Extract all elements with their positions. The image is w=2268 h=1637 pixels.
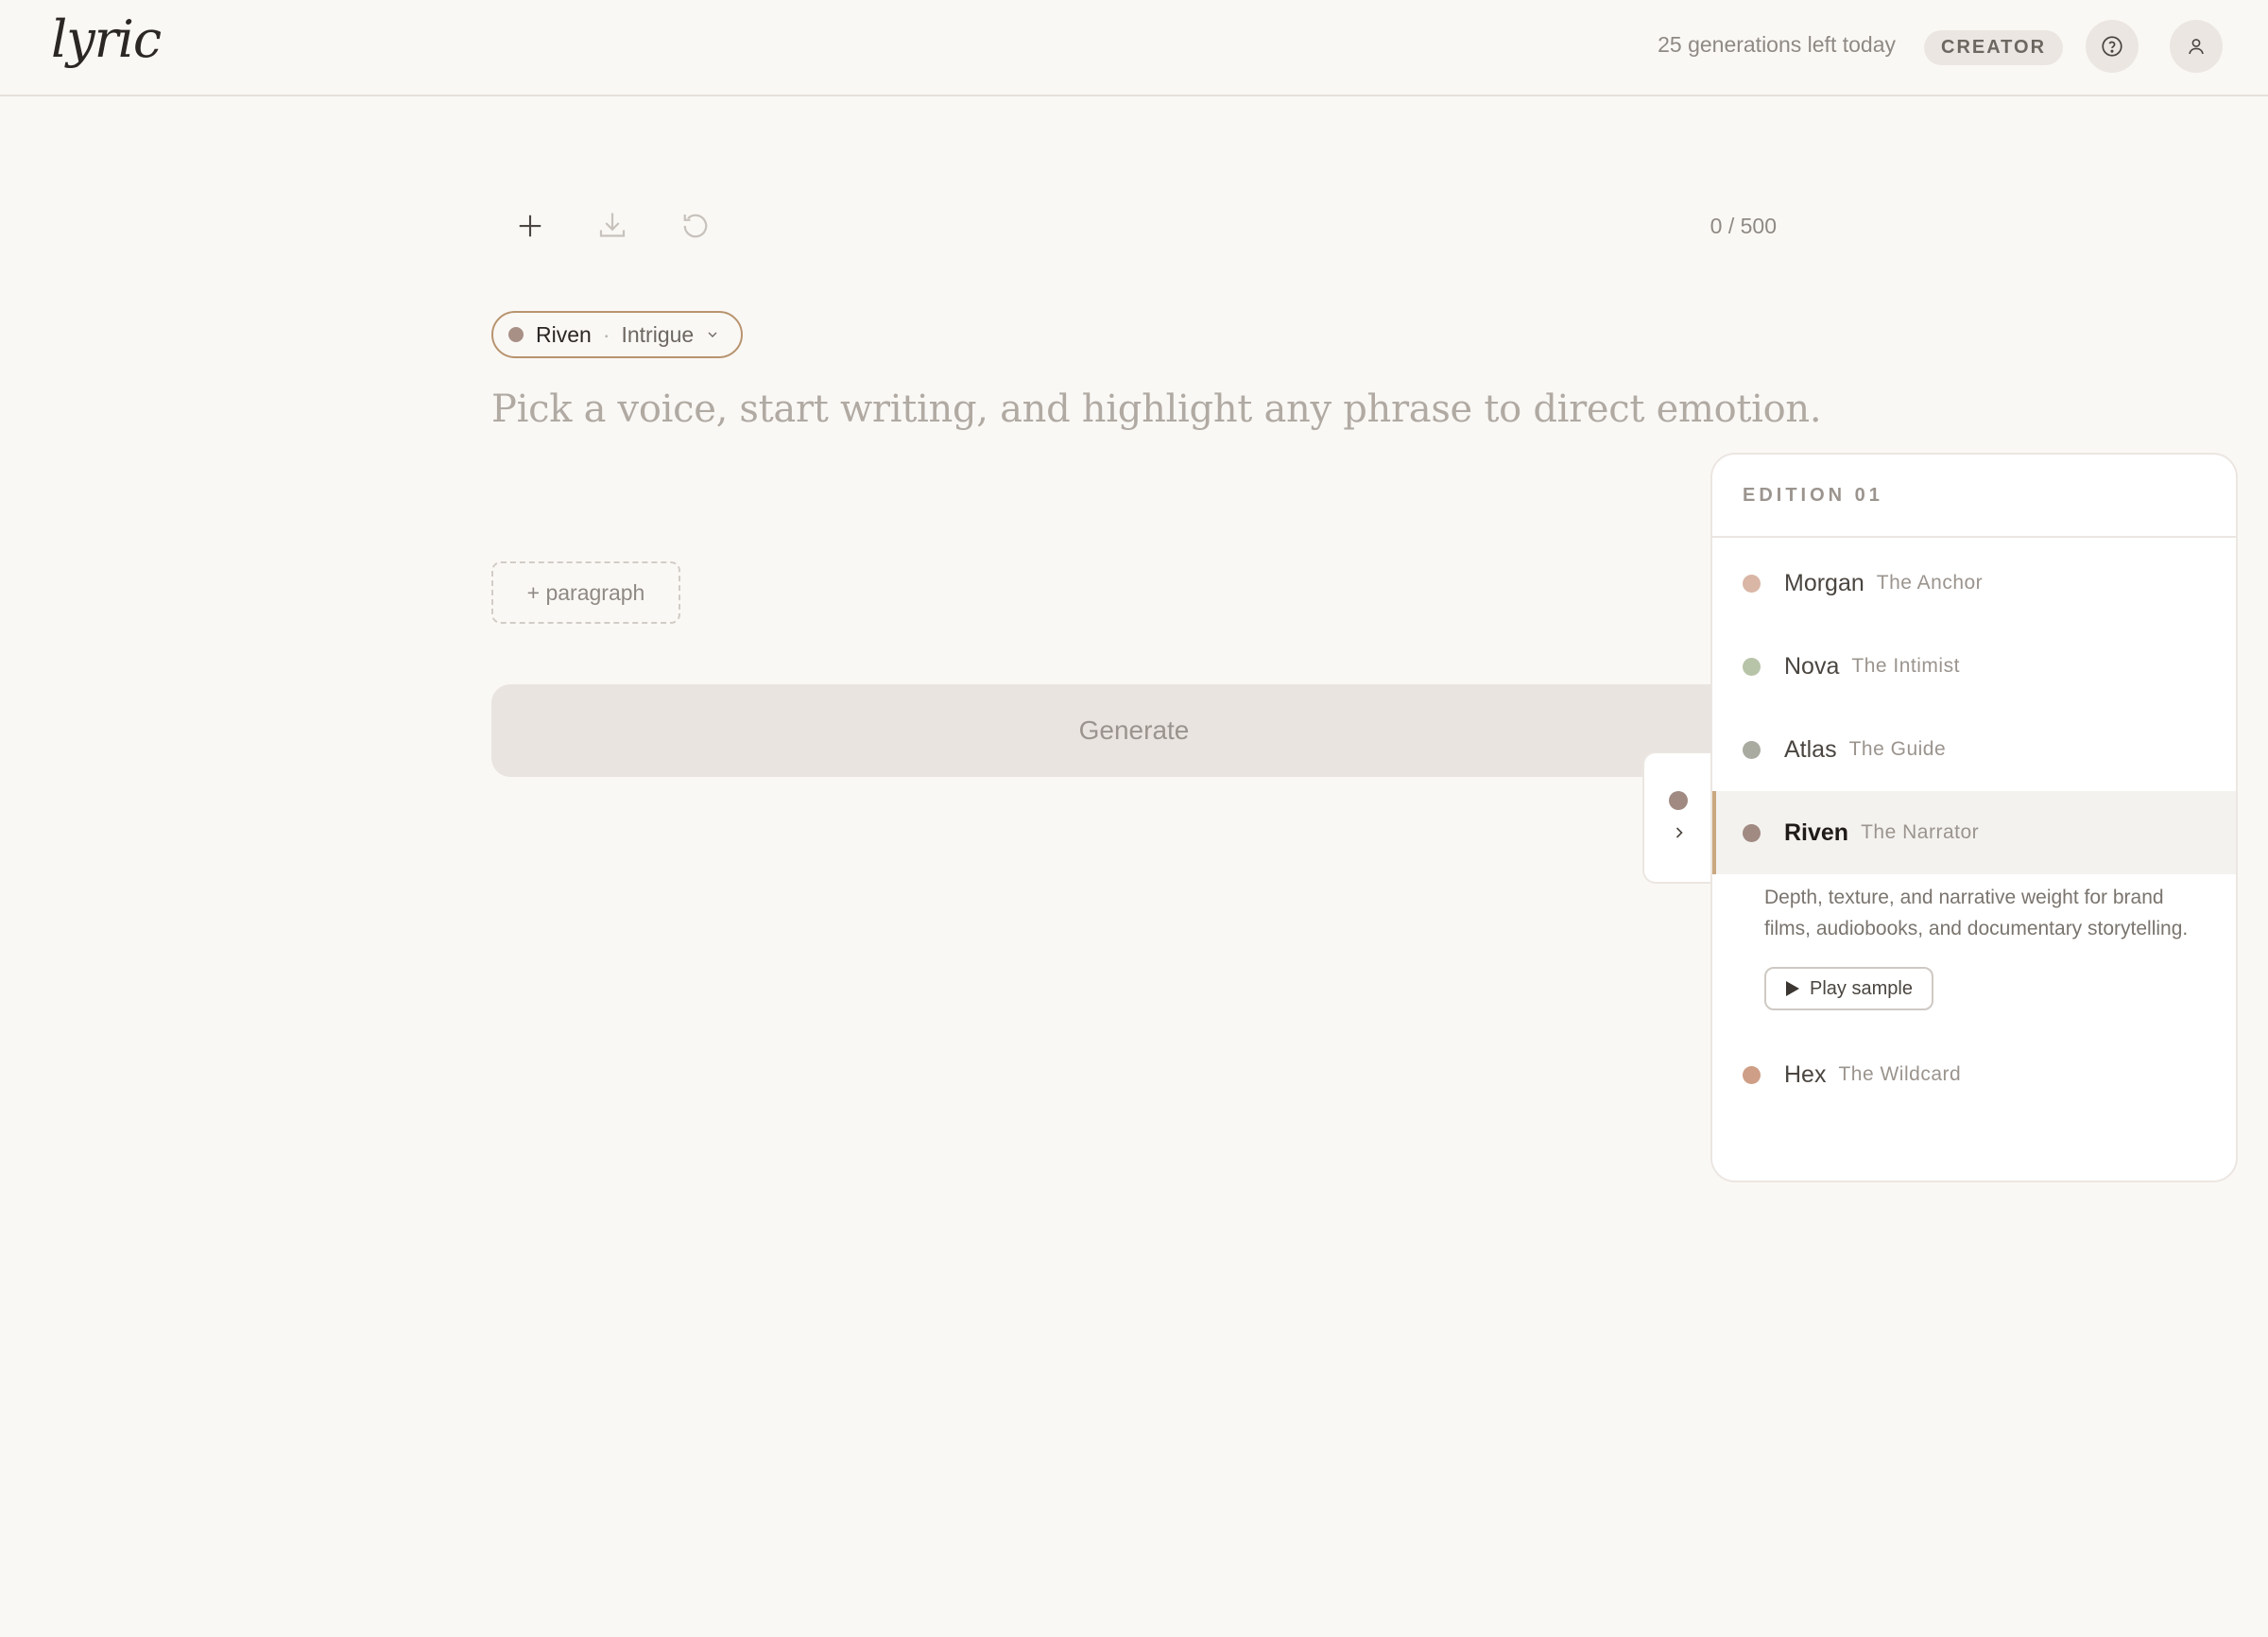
add-paragraph-button[interactable]: + paragraph [491, 561, 680, 624]
voice-role: The Wildcard [1838, 1063, 1962, 1085]
download-button[interactable] [589, 202, 636, 250]
voice-dot [1743, 574, 1761, 593]
top-bar: lyric 25 generations left today CREATOR [0, 0, 2268, 96]
play-sample-button[interactable]: Play sample [1764, 967, 1933, 1010]
refresh-icon [683, 214, 708, 238]
chevron-right-icon [1675, 827, 1683, 838]
voice-panel-title: EDITION 01 [1712, 455, 2236, 538]
voice-dot [1743, 740, 1761, 759]
voice-dot [1743, 823, 1761, 842]
plus-icon [519, 215, 541, 237]
voice-name: Nova [1784, 652, 1840, 680]
voice-name: Morgan [1784, 569, 1864, 596]
download-icon [599, 213, 626, 237]
voice-name: Riven [1784, 818, 1849, 846]
character-counter: 0 / 500 [1710, 214, 1777, 238]
voice-option-hex[interactable]: Hex The Wildcard [1712, 1033, 2236, 1116]
voice-option-atlas[interactable]: Atlas The Guide [1712, 708, 2236, 791]
voice-role: The Guide [1848, 738, 1947, 760]
play-sample-label: Play sample [1810, 977, 1913, 999]
voice-detail: Depth, texture, and narrative weight for… [1712, 874, 2236, 1033]
play-icon [1786, 981, 1799, 996]
voice-chip-separator: · [602, 321, 610, 347]
voice-description: Depth, texture, and narrative weight for… [1764, 887, 2189, 939]
generate-button[interactable]: Generate [491, 684, 1777, 777]
voice-option-riven[interactable]: Riven The Narrator [1712, 791, 2236, 874]
voice-option-nova[interactable]: Nova The Intimist [1712, 625, 2236, 708]
selected-voice-dot [1669, 791, 1688, 810]
voice-selector-chip[interactable]: Riven · Intrigue [491, 311, 744, 358]
help-button[interactable] [2086, 20, 2139, 73]
voice-role: The Anchor [1876, 572, 1984, 594]
voice-role: The Intimist [1851, 655, 1960, 677]
plan-badge: CREATOR [1924, 30, 2064, 65]
voice-panel: EDITION 01 Morgan The Anchor Nova The In… [1710, 453, 2238, 1182]
help-circle-icon [2102, 36, 2122, 57]
generations-remaining: 25 generations left today [1658, 32, 1896, 57]
voice-chip-name: Riven [536, 321, 592, 347]
editor-placeholder[interactable]: Pick a voice, start writing, and highlig… [491, 388, 1822, 431]
voice-chip-mood: Intrigue [621, 321, 695, 347]
app-logo[interactable]: lyric [51, 9, 162, 69]
reset-button[interactable] [672, 202, 719, 250]
voice-role: The Narrator [1861, 821, 1980, 843]
add-button[interactable] [507, 202, 554, 250]
user-icon [2189, 39, 2204, 55]
voice-color-dot [508, 327, 524, 342]
chevron-down-icon [705, 327, 720, 342]
voice-dot [1743, 657, 1761, 676]
account-button[interactable] [2170, 20, 2223, 73]
voice-name: Hex [1784, 1060, 1827, 1088]
voice-dot [1743, 1065, 1761, 1084]
voice-option-morgan[interactable]: Morgan The Anchor [1712, 542, 2236, 625]
voice-panel-toggle[interactable] [1642, 751, 1718, 884]
voice-name: Atlas [1784, 735, 1837, 763]
